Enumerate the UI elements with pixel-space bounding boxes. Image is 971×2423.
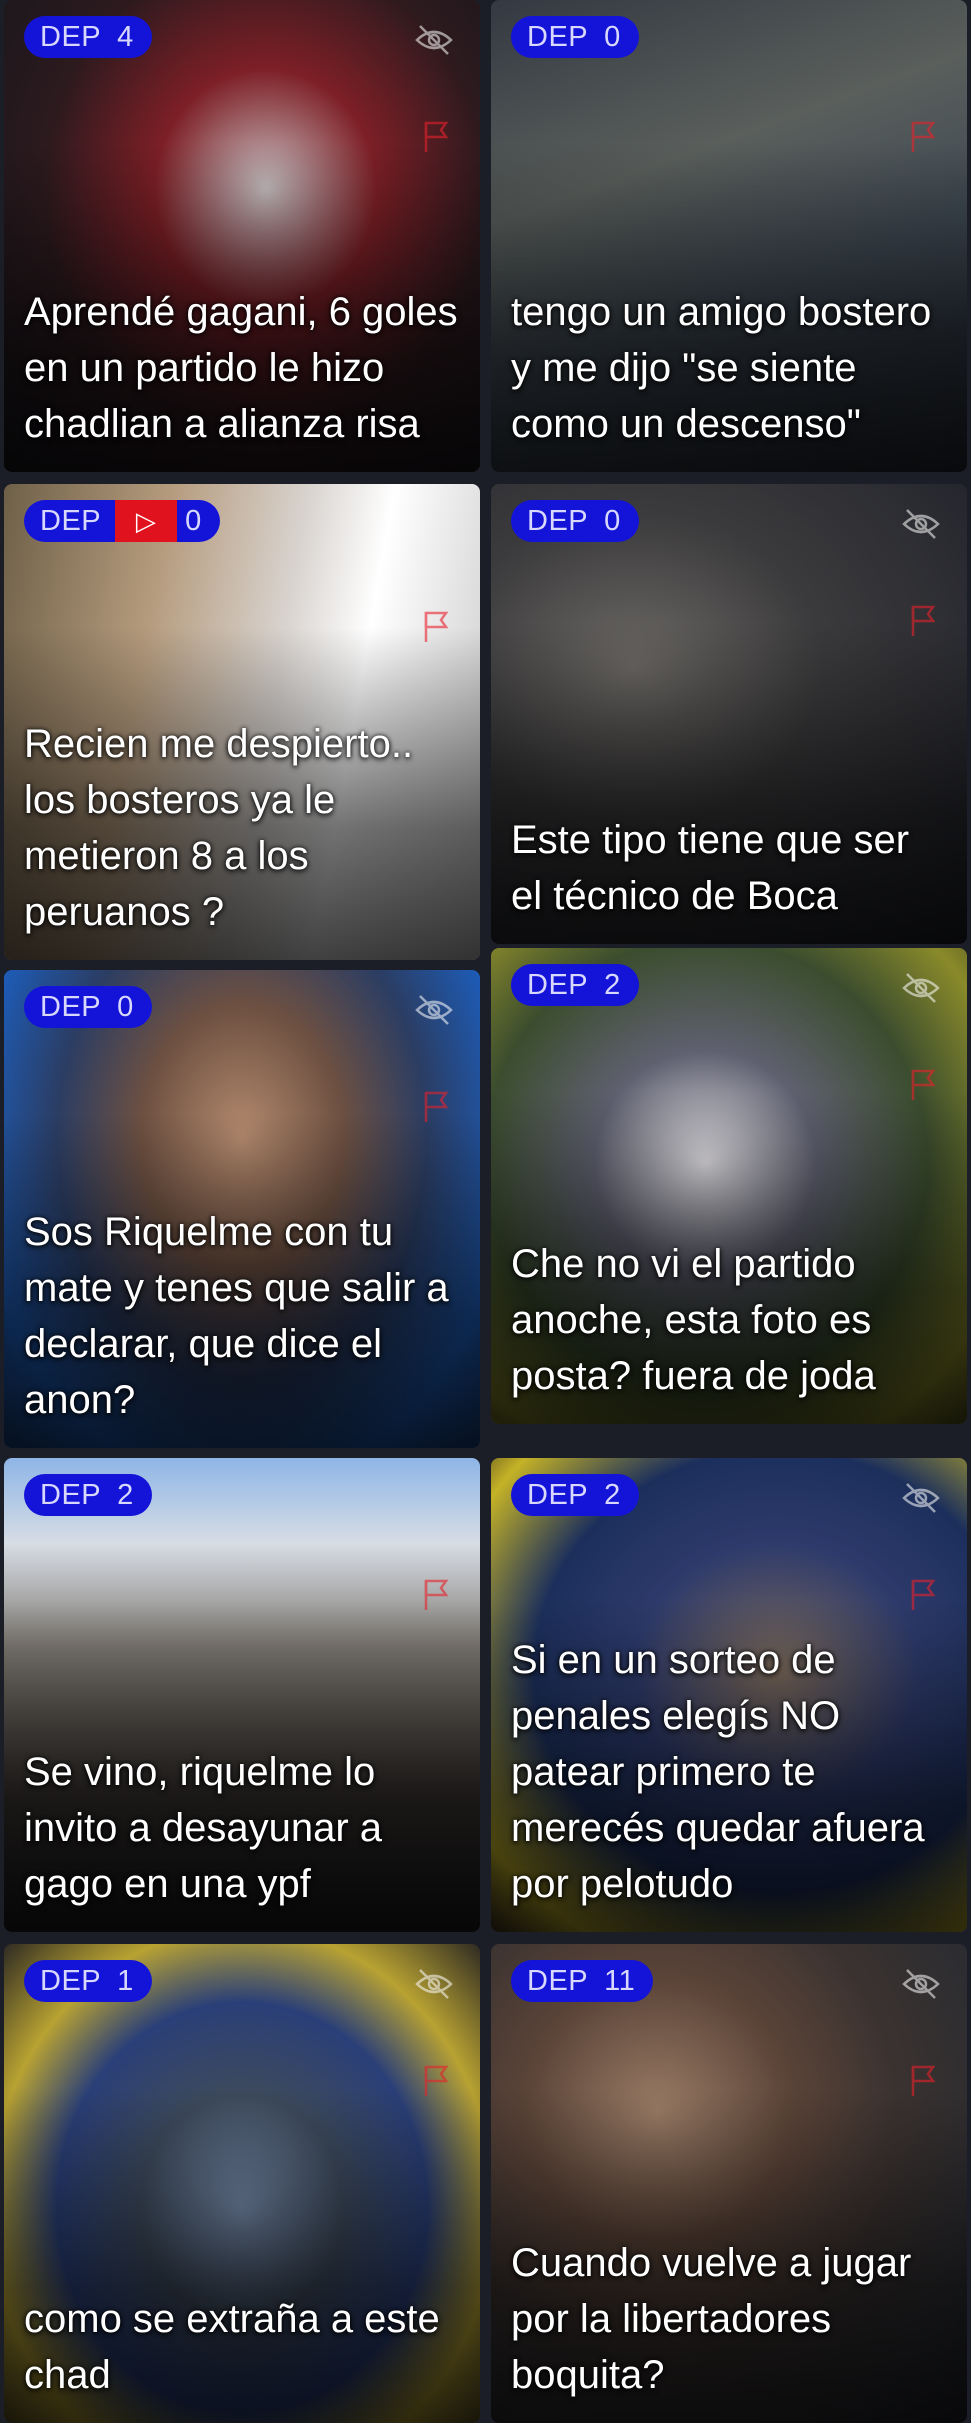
thread-card[interactable]: DEP ▷ 0 Recien me despierto.. los bosteros… (4, 484, 480, 960)
reply-count: 2 (604, 968, 621, 1001)
flag-icon[interactable] (909, 1578, 937, 1612)
board-badge: DEP 11 (511, 1960, 654, 2002)
thread-card[interactable]: DEP 2 Si en un sorteo de penales elegís N… (491, 1458, 967, 1932)
reply-count: 0 (117, 990, 134, 1023)
board-label: DEP (527, 968, 589, 1001)
flag-icon[interactable] (909, 1068, 937, 1102)
eye-slash-icon[interactable] (414, 994, 454, 1026)
reply-count: 2 (604, 1478, 621, 1511)
flag-icon[interactable] (909, 604, 937, 638)
board-label: DEP (527, 1478, 589, 1511)
thread-title: Recien me despierto.. los bosteros ya le… (24, 722, 414, 934)
flag-icon[interactable] (909, 2064, 937, 2098)
board-badge: DEP 0 (24, 986, 152, 1028)
flag-icon[interactable] (422, 610, 450, 644)
thread-card[interactable]: DEP 2 Che no vi el partido anoche, esta f… (491, 948, 967, 1424)
thread-title: Cuando vuelve a jugar por la libertadore… (511, 2241, 912, 2397)
board-label: DEP (40, 20, 102, 53)
reply-count: 0 (604, 20, 621, 53)
reply-count: 2 (117, 1478, 134, 1511)
thread-title: Se vino, riquelme lo invito a desayunar … (24, 1750, 383, 1906)
flag-icon[interactable] (422, 2064, 450, 2098)
board-label: DEP (40, 990, 102, 1023)
thread-title: Si en un sorteo de penales elegís NO pat… (511, 1638, 925, 1906)
thread-card[interactable]: DEP 1 como se extraña a este chad (4, 1944, 480, 2423)
eye-slash-icon[interactable] (901, 1482, 941, 1514)
board-badge: DEP 0 (511, 16, 639, 58)
flag-icon[interactable] (422, 120, 450, 154)
thread-title: Este tipo tiene que ser el técnico de Bo… (511, 818, 910, 918)
eye-slash-icon[interactable] (901, 508, 941, 540)
thread-grid: DEP 4 Aprendé gagani, 6 goles en un parti… (0, 0, 971, 2423)
reply-count: 0 (604, 504, 621, 537)
reply-count: 11 (604, 1964, 636, 1997)
thread-card[interactable]: DEP 4 Aprendé gagani, 6 goles en un parti… (4, 0, 480, 472)
flag-icon[interactable] (909, 120, 937, 154)
board-badge: DEP 0 (511, 500, 639, 542)
reply-count: 4 (117, 20, 134, 53)
thread-title: como se extraña a este chad (24, 2297, 440, 2397)
board-badge: DEP 2 (511, 1474, 639, 1516)
eye-slash-icon[interactable] (901, 1968, 941, 2000)
board-label: DEP (40, 1964, 102, 1997)
thread-title: tengo un amigo bostero y me dijo "se sie… (511, 290, 932, 446)
board-label: DEP (527, 20, 589, 53)
flag-icon[interactable] (422, 1578, 450, 1612)
board-label: DEP (40, 504, 102, 537)
eye-slash-icon[interactable] (901, 972, 941, 1004)
board-badge: DEP 2 (511, 964, 639, 1006)
board-badge: DEP 1 (24, 1960, 152, 2002)
thread-card[interactable]: DEP 2 Se vino, riquelme lo invito a desay… (4, 1458, 480, 1932)
board-badge: DEP ▷ 0 (24, 500, 220, 542)
board-label: DEP (527, 1964, 589, 1997)
board-label: DEP (40, 1478, 102, 1511)
thread-title: Che no vi el partido anoche, esta foto e… (511, 1242, 876, 1398)
thread-card[interactable]: DEP 0 tengo un amigo bostero y me dijo "s… (491, 0, 967, 472)
play-icon: ▷ (115, 500, 178, 542)
thread-card[interactable]: DEP 0 Sos Riquelme con tu mate y tenes qu… (4, 970, 480, 1448)
eye-slash-icon[interactable] (414, 24, 454, 56)
thread-title: Sos Riquelme con tu mate y tenes que sal… (24, 1210, 449, 1422)
board-badge: DEP 2 (24, 1474, 152, 1516)
reply-count: 1 (117, 1964, 134, 1997)
reply-count: 0 (185, 504, 202, 537)
eye-slash-icon[interactable] (414, 1968, 454, 2000)
thread-card[interactable]: DEP 11 Cuando vuelve a jugar por la liber… (491, 1944, 967, 2423)
board-label: DEP (527, 504, 589, 537)
board-badge: DEP 4 (24, 16, 152, 58)
thread-card[interactable]: DEP 0 Este tipo tiene que ser el técnico … (491, 484, 967, 944)
flag-icon[interactable] (422, 1090, 450, 1124)
thread-title: Aprendé gagani, 6 goles en un partido le… (24, 290, 458, 446)
